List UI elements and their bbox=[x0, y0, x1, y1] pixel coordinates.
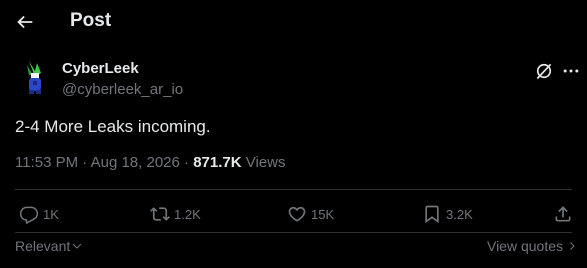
bookmark-icon bbox=[425, 205, 439, 224]
post-text: 2-4 More Leaks incoming. bbox=[15, 117, 211, 136]
reply-button[interactable]: 1K bbox=[19, 203, 59, 225]
grok-icon[interactable] bbox=[534, 61, 554, 81]
heart-icon bbox=[288, 206, 306, 222]
author-name[interactable]: CyberLeek bbox=[62, 60, 139, 77]
divider bbox=[15, 189, 572, 190]
view-quotes-link[interactable]: View quotes bbox=[487, 238, 577, 254]
meta-separator: · bbox=[82, 154, 91, 171]
views-label: Views bbox=[245, 154, 286, 171]
post-date[interactable]: Aug 18, 2026 bbox=[91, 154, 180, 171]
chevron-right-icon bbox=[570, 242, 575, 250]
post-time[interactable]: 11:53 PM bbox=[15, 154, 78, 171]
post-meta: 11:53 PM · Aug 18, 2026 · 871.7K Views bbox=[15, 154, 286, 171]
top-bar: Post bbox=[0, 0, 587, 44]
back-arrow-icon[interactable] bbox=[14, 11, 36, 33]
share-icon bbox=[555, 206, 571, 222]
bookmark-button[interactable]: 3.2K bbox=[422, 203, 473, 225]
like-count: 15K bbox=[311, 206, 335, 222]
avatar[interactable] bbox=[15, 57, 55, 97]
page-title: Post bbox=[70, 10, 112, 31]
views-count: 871.7K bbox=[193, 154, 242, 171]
author-handle[interactable]: @cyberleek_ar_io bbox=[62, 81, 183, 98]
like-button[interactable]: 15K bbox=[287, 203, 334, 225]
more-options-icon[interactable] bbox=[561, 61, 581, 81]
meta-separator: · bbox=[184, 154, 194, 171]
sort-dropdown[interactable]: Relevant bbox=[15, 238, 83, 254]
sort-label: Relevant bbox=[15, 238, 71, 254]
repost-icon bbox=[150, 207, 170, 221]
view-quotes-label: View quotes bbox=[486, 238, 563, 254]
repost-button[interactable]: 1.2K bbox=[150, 203, 201, 225]
chevron-down-icon bbox=[72, 243, 82, 249]
share-button[interactable] bbox=[553, 203, 577, 225]
repost-count: 1.2K bbox=[174, 206, 201, 222]
bookmark-count: 3.2K bbox=[446, 206, 473, 222]
reply-count: 1K bbox=[43, 206, 59, 222]
reply-icon bbox=[19, 206, 39, 224]
divider bbox=[15, 232, 572, 233]
